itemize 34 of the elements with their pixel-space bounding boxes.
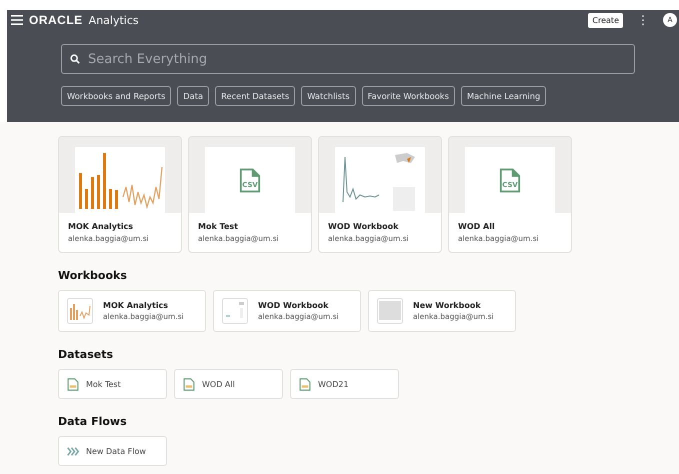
search-icon [70,54,80,64]
workbook-thumbnail-drawing [377,298,403,324]
card-title: WOD All [458,222,496,231]
dataset-card[interactable]: Mok Test [58,369,167,399]
card-title: MOK Analytics [68,222,134,231]
dataset-card[interactable]: WOD All [174,369,283,399]
csv-file-icon [67,378,79,390]
filter-chip[interactable]: Watchlists [301,86,356,106]
chevrons-icon [67,444,79,458]
section-heading: Datasets [58,348,114,361]
card-title: WOD Workbook [328,222,400,231]
more-menu-button[interactable]: ⋮ [637,13,649,27]
section-heading: Data Flows [58,415,128,428]
filter-chip[interactable]: Workbooks and Reports [61,86,172,106]
product-name: Analytics [88,14,139,26]
workbook-thumbnail-drawing [222,298,248,324]
oracle-logo: ORACLE [29,13,83,27]
csv-file-icon [183,378,195,390]
dataset-card[interactable]: WOD21 [290,369,399,399]
search-field[interactable]: Search Everything [61,44,635,74]
csv-file-icon [299,378,311,390]
filter-chip[interactable]: Data [177,86,210,106]
card-title: WOD Workbook [258,301,330,310]
workbook-thumbnail-drawing [67,298,93,324]
card-title: Mok Test [198,222,239,231]
card-title: New Workbook [413,301,482,310]
filter-chip[interactable]: Recent Datasets [215,86,296,106]
filter-chip[interactable]: Machine Learning [460,86,546,106]
filter-chip[interactable]: Favorite Workbooks [362,86,455,106]
section-heading: Workbooks [58,269,128,282]
create-button[interactable]: Create [588,12,623,28]
data-flow-card[interactable]: New Data Flow [58,436,167,466]
menu-icon[interactable] [11,15,23,25]
card-title: MOK Analytics [103,301,170,310]
